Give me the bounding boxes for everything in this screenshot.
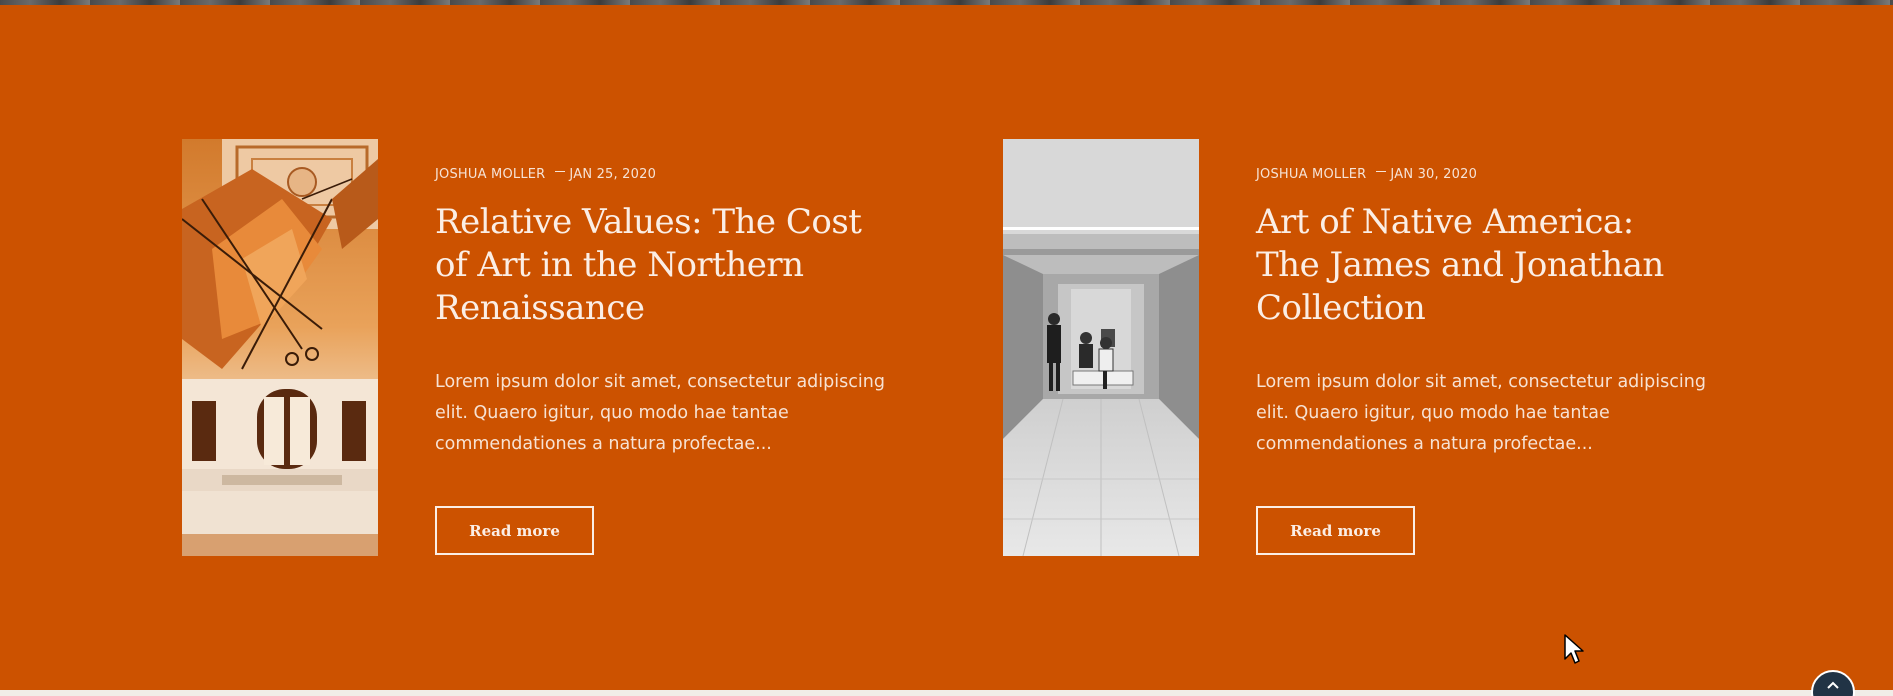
- post-author[interactable]: JOSHUA MOLLER: [435, 167, 545, 182]
- chevron-up-icon: [1827, 681, 1839, 689]
- post-thumbnail[interactable]: [182, 139, 378, 556]
- post-meta: JOSHUA MOLLER JAN 25, 2020: [435, 167, 656, 182]
- post-excerpt: Lorem ipsum dolor sit amet, consectetur …: [435, 372, 885, 454]
- post-title[interactable]: Art of Native America: The James and Jon…: [1256, 201, 1706, 330]
- meta-separator: [1376, 171, 1387, 172]
- post-thumbnail[interactable]: [1003, 139, 1199, 556]
- read-more-button[interactable]: Read more: [1256, 506, 1415, 555]
- museum-ceiling-image: [182, 139, 378, 556]
- blog-section: JOSHUA MOLLER JAN 25, 2020 Relative Value…: [0, 0, 1893, 696]
- post-excerpt: Lorem ipsum dolor sit amet, consectetur …: [1256, 372, 1706, 454]
- post-date[interactable]: JAN 25, 2020: [569, 167, 656, 182]
- scroll-to-top-button[interactable]: [1811, 670, 1855, 696]
- next-section-edge: [0, 690, 1893, 696]
- post-title[interactable]: Relative Values: The Cost of Art in the …: [435, 201, 885, 330]
- read-more-button[interactable]: Read more: [435, 506, 594, 555]
- gallery-hallway-image: [1003, 139, 1199, 556]
- mouse-cursor-icon: [1564, 634, 1584, 664]
- blog-post-card: JOSHUA MOLLER JAN 30, 2020 Art of Native …: [1003, 139, 1706, 556]
- meta-separator: [555, 171, 566, 172]
- post-meta: JOSHUA MOLLER JAN 30, 2020: [1256, 167, 1477, 182]
- hero-image-edge: [0, 0, 1893, 5]
- blog-post-card: JOSHUA MOLLER JAN 25, 2020 Relative Value…: [182, 139, 885, 556]
- post-date[interactable]: JAN 30, 2020: [1390, 167, 1477, 182]
- post-author[interactable]: JOSHUA MOLLER: [1256, 167, 1366, 182]
